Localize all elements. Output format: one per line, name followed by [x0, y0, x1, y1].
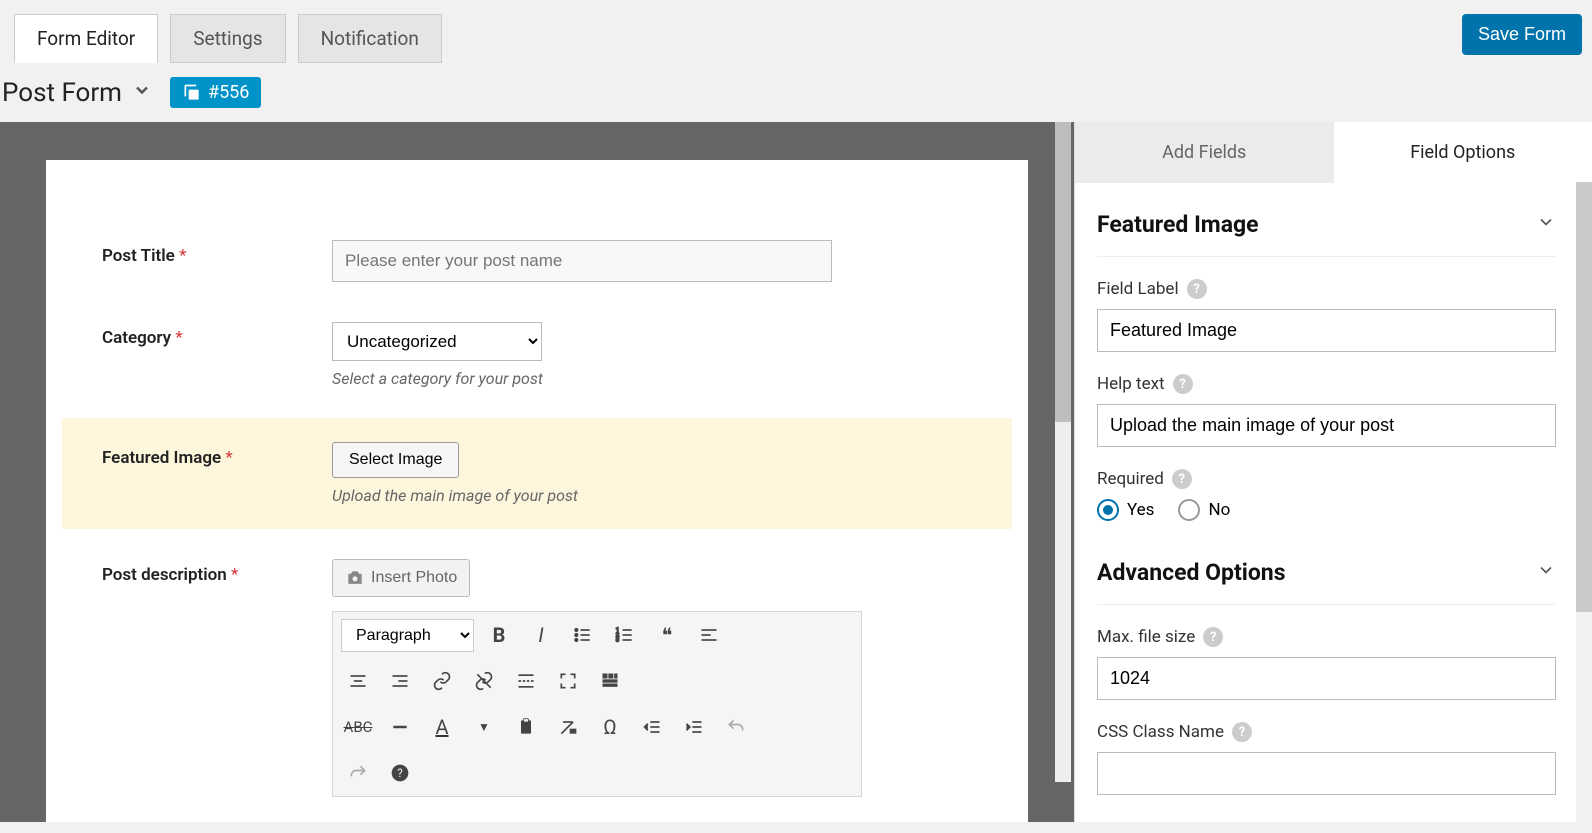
indent-icon[interactable]	[677, 710, 711, 744]
unlink-icon[interactable]	[467, 664, 501, 698]
numbered-list-icon[interactable]: 123	[608, 618, 642, 652]
fullscreen-icon[interactable]	[551, 664, 585, 698]
form-title: Post Form	[2, 78, 122, 108]
help-icon[interactable]: ?	[1232, 722, 1252, 742]
svg-text:?: ?	[397, 766, 403, 780]
sidebar-scrollbar[interactable]	[1576, 182, 1592, 822]
help-icon[interactable]: ?	[1173, 374, 1193, 394]
bold-icon[interactable]: B	[482, 618, 516, 652]
max-filesize-input[interactable]	[1097, 657, 1556, 700]
field-label: Featured Image	[102, 448, 221, 468]
field-post-description[interactable]: Post description * Insert Photo Paragrap…	[102, 539, 972, 817]
readmore-icon[interactable]	[509, 664, 543, 698]
insert-photo-label: Insert Photo	[371, 569, 457, 587]
align-left-icon[interactable]	[692, 618, 726, 652]
required-mark: *	[175, 328, 182, 348]
option-label: Max. file size	[1097, 627, 1195, 647]
field-label: Post Title	[102, 246, 175, 266]
sidebar-tab-add-fields[interactable]: Add Fields	[1075, 122, 1334, 183]
chevron-down-icon[interactable]	[132, 80, 152, 105]
tab-notification[interactable]: Notification	[298, 14, 442, 63]
help-icon[interactable]: ?	[383, 756, 417, 790]
outdent-icon[interactable]	[635, 710, 669, 744]
css-class-input[interactable]	[1097, 752, 1556, 795]
help-text-input[interactable]	[1097, 404, 1556, 447]
option-label: Help text	[1097, 374, 1165, 394]
save-form-button[interactable]: Save Form	[1462, 14, 1582, 55]
field-label-input[interactable]	[1097, 309, 1556, 352]
align-right-icon[interactable]	[383, 664, 417, 698]
help-icon[interactable]: ?	[1203, 627, 1223, 647]
bullet-list-icon[interactable]	[566, 618, 600, 652]
toolbar-toggle-icon[interactable]	[593, 664, 627, 698]
strikethrough-icon[interactable]: ABC	[341, 710, 375, 744]
copy-icon	[182, 83, 202, 103]
option-label: CSS Class Name	[1097, 722, 1224, 742]
help-icon[interactable]: ?	[1172, 469, 1192, 489]
svg-text:3: 3	[616, 638, 619, 644]
select-image-button[interactable]: Select Image	[332, 442, 459, 478]
tab-settings[interactable]: Settings	[170, 14, 285, 63]
hr-icon[interactable]	[383, 710, 417, 744]
tab-form-editor[interactable]: Form Editor	[14, 14, 158, 63]
camera-icon	[345, 568, 365, 588]
category-select[interactable]: Uncategorized	[332, 322, 542, 361]
field-featured-image[interactable]: Featured Image * Select Image Upload the…	[62, 418, 1012, 529]
field-label: Post description	[102, 565, 227, 585]
radio-icon	[1097, 499, 1119, 521]
required-mark: *	[231, 565, 238, 585]
insert-photo-button[interactable]: Insert Photo	[332, 559, 470, 597]
option-label: Field Label	[1097, 279, 1179, 299]
link-icon[interactable]	[425, 664, 459, 698]
paste-text-icon[interactable]	[509, 710, 543, 744]
undo-icon[interactable]	[719, 710, 753, 744]
format-select[interactable]: Paragraph	[341, 619, 474, 652]
form-id-text: #556	[208, 82, 249, 103]
field-help: Upload the main image of your post	[332, 486, 972, 505]
section-title: Advanced Options	[1097, 559, 1286, 586]
radio-icon	[1178, 499, 1200, 521]
clear-formatting-icon[interactable]	[551, 710, 585, 744]
post-title-input[interactable]	[332, 240, 832, 282]
field-post-title[interactable]: Post Title *	[102, 220, 972, 302]
field-category[interactable]: Category * Uncategorized Select a catego…	[102, 302, 972, 408]
required-mark: *	[225, 448, 232, 468]
required-no-radio[interactable]: No	[1178, 499, 1230, 521]
canvas-scrollbar[interactable]	[1055, 122, 1071, 782]
text-color-icon[interactable]: A	[425, 710, 459, 744]
field-label: Category	[102, 328, 171, 348]
option-label: Required	[1097, 469, 1164, 489]
sidebar-tab-field-options[interactable]: Field Options	[1334, 122, 1592, 183]
form-canvas: Post Title * Category * Uncategorized Se	[0, 122, 1074, 822]
form-id-badge[interactable]: #556	[170, 77, 261, 108]
chevron-down-icon[interactable]	[1536, 212, 1556, 237]
help-icon[interactable]: ?	[1187, 279, 1207, 299]
italic-icon[interactable]: I	[524, 618, 558, 652]
redo-icon[interactable]	[341, 756, 375, 790]
special-char-icon[interactable]: Ω	[593, 710, 627, 744]
blockquote-icon[interactable]: ❝	[650, 618, 684, 652]
required-yes-radio[interactable]: Yes	[1097, 499, 1154, 521]
wysiwyg-editor[interactable]: Paragraph B I 123 ❝	[332, 611, 862, 797]
section-title: Featured Image	[1097, 211, 1259, 238]
required-mark: *	[179, 246, 186, 266]
align-center-icon[interactable]	[341, 664, 375, 698]
chevron-down-icon[interactable]	[1536, 560, 1556, 585]
field-help: Select a category for your post	[332, 369, 972, 388]
dropdown-arrow-icon[interactable]: ▼	[467, 710, 501, 744]
